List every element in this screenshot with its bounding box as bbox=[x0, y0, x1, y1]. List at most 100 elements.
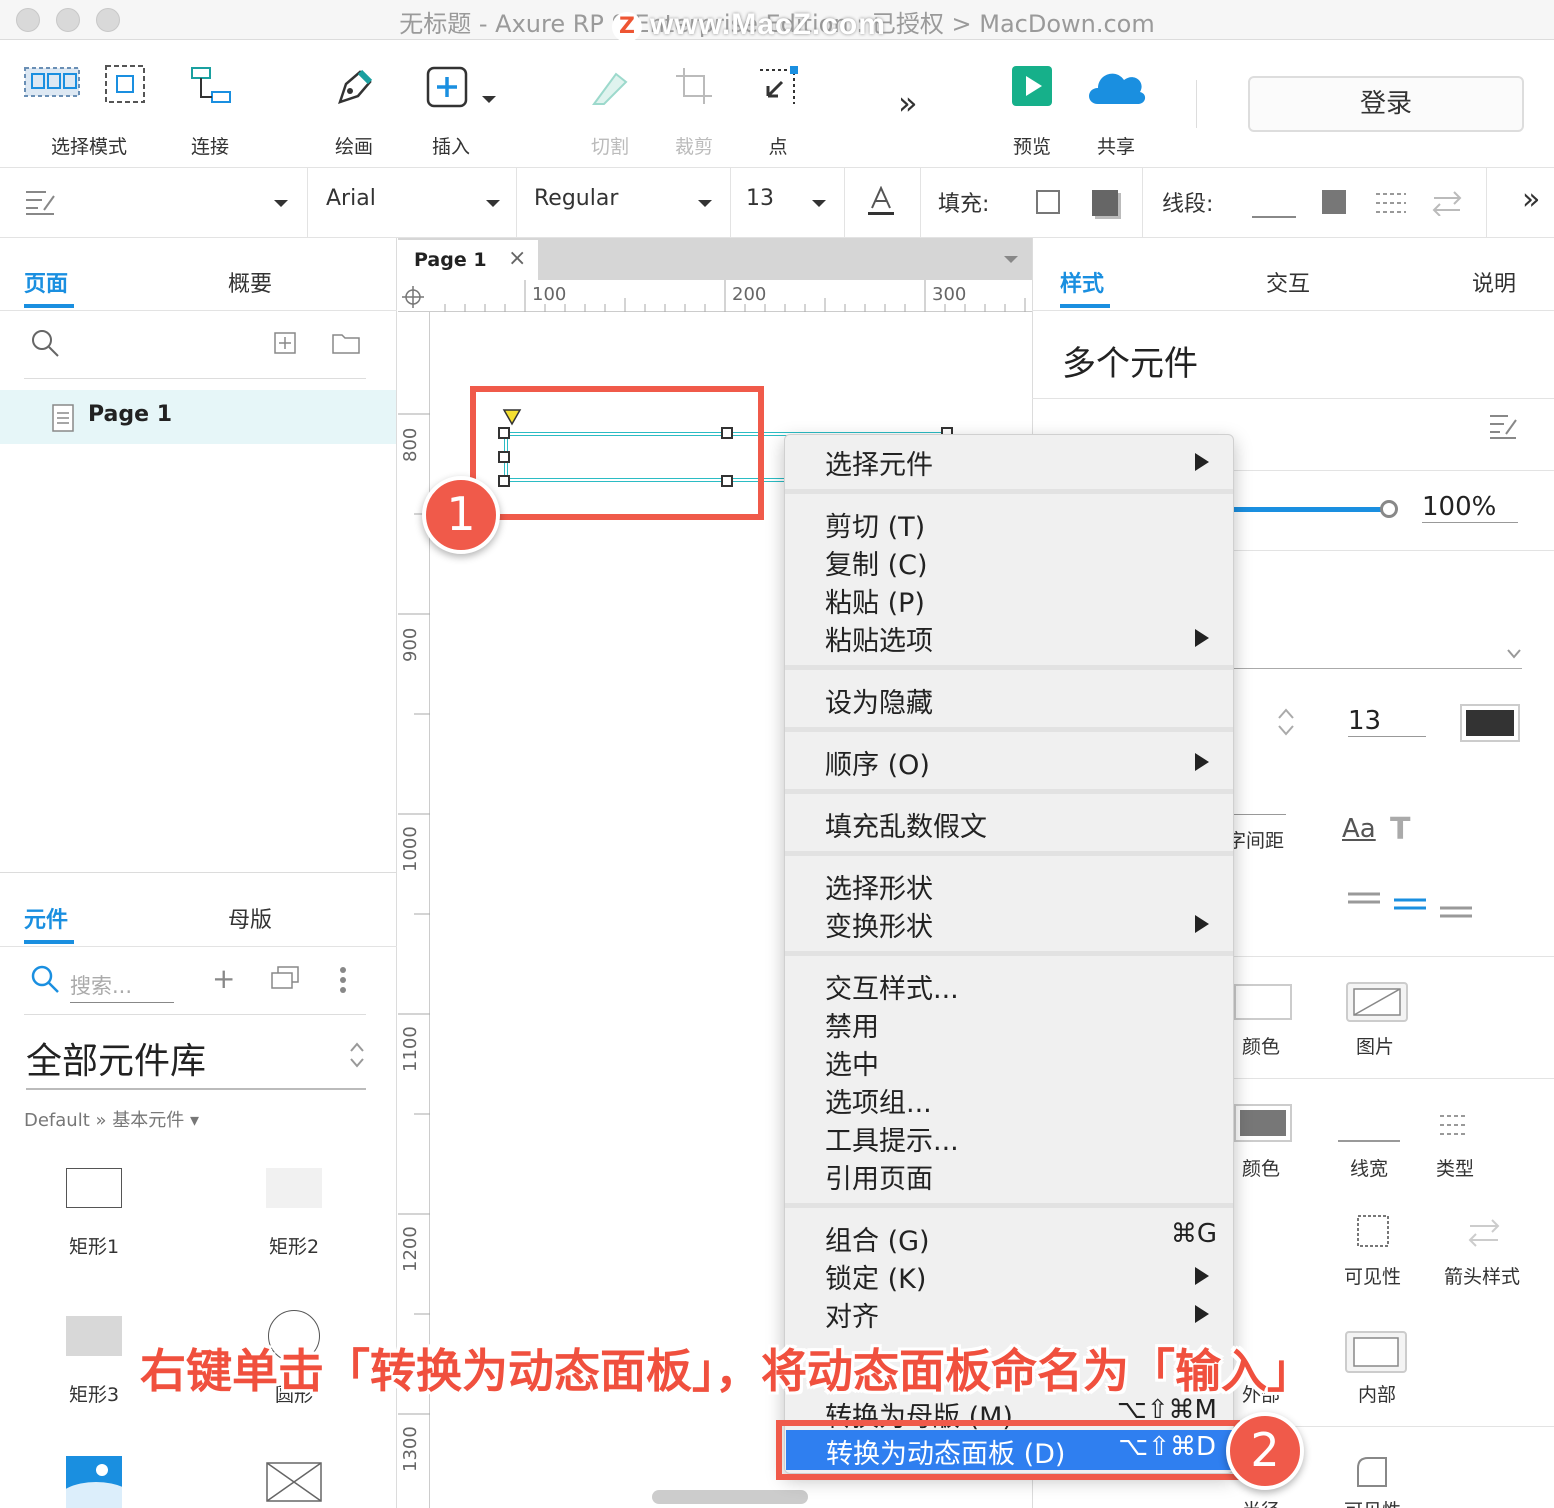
menu-selected[interactable]: 选中 bbox=[825, 1043, 879, 1082]
menu-paste-options[interactable]: 粘贴选项 bbox=[825, 619, 933, 658]
connect-label: 连接 bbox=[190, 136, 229, 158]
insert-button[interactable]: 插入 bbox=[412, 50, 502, 160]
menu-disable[interactable]: 禁用 bbox=[825, 1005, 879, 1044]
style-dropdown-icon[interactable] bbox=[274, 200, 288, 207]
login-button[interactable]: 登录 bbox=[1248, 76, 1524, 132]
menu-select-widget[interactable]: 选择元件 bbox=[825, 443, 933, 482]
font-style-icon[interactable]: Aa bbox=[1342, 814, 1376, 844]
arrowhead-icon bbox=[1468, 1219, 1500, 1247]
font-family-select[interactable]: Arial bbox=[326, 186, 376, 211]
slice-icon bbox=[592, 72, 628, 105]
font-size-select[interactable]: 13 bbox=[746, 186, 774, 211]
tab-pages[interactable]: 页面 bbox=[24, 266, 68, 298]
menu-fill-lorem[interactable]: 填充乱数假文 bbox=[825, 805, 987, 844]
widget-rectangle3[interactable]: 矩形3 bbox=[34, 1314, 154, 1414]
menu-reference-page[interactable]: 引用页面 bbox=[825, 1157, 933, 1196]
font-dropdown-icon[interactable] bbox=[486, 200, 500, 207]
preview-label: 预览 bbox=[1012, 136, 1051, 158]
line-width-swatch[interactable] bbox=[1322, 190, 1346, 214]
connect-button[interactable]: 连接 bbox=[170, 50, 250, 160]
more-format-icon[interactable]: » bbox=[1522, 182, 1540, 217]
line-color-picker[interactable] bbox=[1234, 1104, 1292, 1142]
draw-button[interactable]: 绘画 bbox=[314, 50, 394, 160]
share-button[interactable]: 共享 bbox=[1076, 50, 1156, 160]
widget-label: 矩形2 bbox=[268, 1236, 320, 1258]
menu-copy[interactable]: 复制 (C) bbox=[825, 543, 928, 582]
fill-image-icon bbox=[1346, 982, 1408, 1022]
widget-search-icon bbox=[31, 965, 59, 993]
play-icon bbox=[1012, 66, 1052, 106]
annotation-badge-2: 2 bbox=[1226, 1412, 1304, 1490]
fill-color-swatch[interactable] bbox=[1036, 190, 1060, 214]
menu-interaction-style[interactable]: 交互样式... bbox=[825, 967, 959, 1006]
more-tools-icon[interactable]: » bbox=[898, 84, 918, 122]
close-tab-icon[interactable]: × bbox=[508, 246, 526, 271]
menu-tooltip[interactable]: 工具提示... bbox=[825, 1119, 959, 1158]
tab-style[interactable]: 样式 bbox=[1060, 266, 1104, 298]
tab-notes[interactable]: 说明 bbox=[1472, 266, 1516, 298]
line-type-icon bbox=[1440, 1115, 1468, 1135]
select-contain-icon bbox=[105, 65, 145, 103]
widget-rectangle2[interactable]: 矩形2 bbox=[234, 1166, 354, 1266]
menu-paste[interactable]: 粘贴 (P) bbox=[825, 581, 925, 620]
submenu-arrow-icon bbox=[1195, 753, 1209, 771]
fill-shadow-swatch[interactable] bbox=[1092, 190, 1118, 216]
font-size-input[interactable]: 13 bbox=[1348, 706, 1426, 737]
horizontal-scrollbar[interactable] bbox=[652, 1490, 808, 1504]
tab-widgets[interactable]: 元件 bbox=[24, 902, 68, 934]
size-dropdown-icon[interactable] bbox=[812, 200, 826, 207]
page-tab[interactable]: Page 1 × bbox=[398, 240, 538, 280]
menu-lock[interactable]: 锁定 (K) bbox=[825, 1257, 926, 1296]
crop-button[interactable]: 裁剪 bbox=[654, 50, 734, 160]
format-bar bbox=[0, 168, 1554, 238]
opacity-input[interactable]: 100% bbox=[1422, 492, 1518, 523]
font-weight-select[interactable]: Regular bbox=[534, 186, 618, 211]
slice-button[interactable]: 切割 bbox=[570, 50, 650, 160]
crop-label: 裁剪 bbox=[674, 136, 713, 158]
fill-color-picker[interactable] bbox=[1234, 984, 1292, 1020]
font-color-picker[interactable] bbox=[1460, 704, 1520, 742]
submenu-arrow-icon bbox=[1195, 915, 1209, 933]
tab-masters[interactable]: 母版 bbox=[228, 902, 272, 934]
image-widget-icon[interactable] bbox=[66, 1456, 122, 1508]
text-shadow-icon[interactable]: T bbox=[1390, 812, 1410, 847]
line-color-swatch[interactable] bbox=[1252, 216, 1296, 218]
menu-option-group[interactable]: 选项组... bbox=[825, 1081, 932, 1120]
menu-align[interactable]: 对齐 bbox=[825, 1295, 879, 1334]
updown-chevron-icon bbox=[350, 1042, 364, 1068]
ruler-label: 900 bbox=[400, 627, 421, 662]
menu-select-shape[interactable]: 选择形状 bbox=[825, 867, 933, 906]
page-list-item[interactable]: Page 1 bbox=[0, 390, 396, 444]
line-width-control[interactable] bbox=[1338, 1140, 1400, 1142]
menu-order[interactable]: 顺序 (O) bbox=[825, 743, 930, 782]
menu-transform-shape[interactable]: 变换形状 bbox=[825, 905, 933, 944]
tab-outline[interactable]: 概要 bbox=[228, 266, 272, 298]
placeholder-widget-icon bbox=[266, 1462, 322, 1502]
add-folder-icon bbox=[332, 334, 360, 354]
point-button[interactable]: 点 bbox=[738, 50, 818, 160]
opacity-slider-thumb[interactable] bbox=[1380, 500, 1398, 518]
widget-rectangle1[interactable]: 矩形1 bbox=[34, 1166, 154, 1266]
tab-interactions[interactable]: 交互 bbox=[1266, 266, 1310, 298]
submenu-arrow-icon bbox=[1195, 453, 1209, 471]
preview-button[interactable]: 预览 bbox=[992, 50, 1072, 160]
more-options-icon[interactable] bbox=[340, 966, 348, 994]
library-select[interactable]: 全部元件库 bbox=[26, 1032, 366, 1090]
opacity-slider[interactable] bbox=[1234, 507, 1382, 512]
widget-search-input[interactable]: 搜索... bbox=[70, 970, 174, 1003]
context-menu: 选择元件 剪切 (T) 复制 (C) 粘贴 (P) 粘贴选项 设为隐藏 顺序 (… bbox=[784, 434, 1234, 1474]
submenu-arrow-icon bbox=[1195, 629, 1209, 647]
menu-cut[interactable]: 剪切 (T) bbox=[825, 505, 925, 544]
tab-overflow-icon[interactable] bbox=[1004, 256, 1018, 263]
menu-hide[interactable]: 设为隐藏 bbox=[825, 681, 933, 720]
library-breadcrumb[interactable]: Default » 基本元件 ▾ bbox=[24, 1106, 199, 1132]
rectangle3-icon bbox=[66, 1316, 122, 1356]
connector-icon bbox=[191, 67, 231, 103]
weight-dropdown-icon[interactable] bbox=[698, 200, 712, 207]
group-shortcut: ⌘G bbox=[1170, 1219, 1217, 1249]
select-mode-button[interactable]: 选择模式 bbox=[14, 50, 164, 160]
add-library-icon[interactable]: + bbox=[212, 962, 235, 995]
menu-group[interactable]: 组合 (G) bbox=[825, 1219, 930, 1258]
share-label: 共享 bbox=[1096, 136, 1135, 158]
style-edit-icon bbox=[26, 191, 55, 215]
